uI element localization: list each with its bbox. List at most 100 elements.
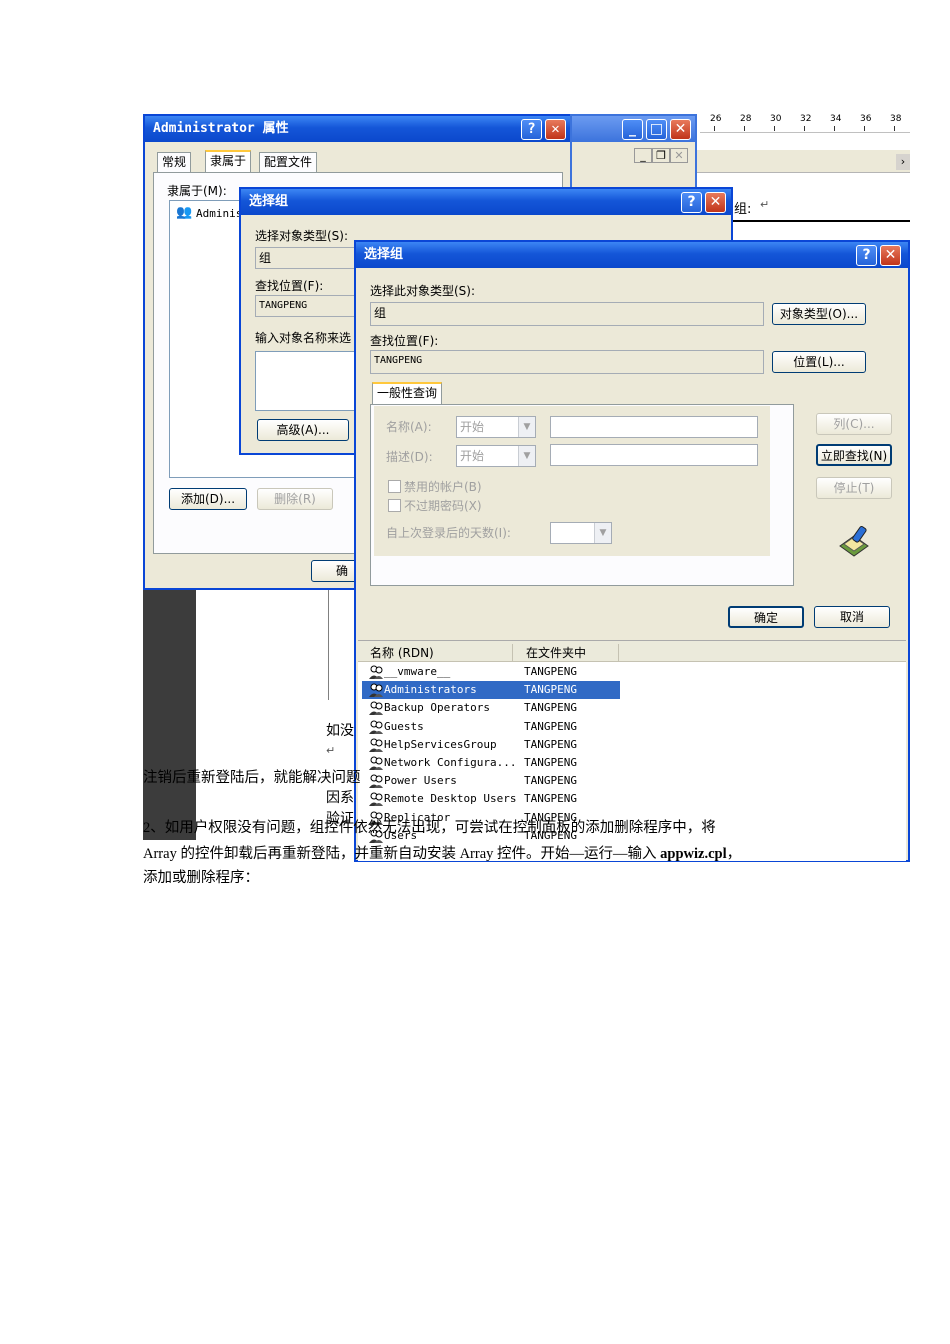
enter-names-label: 输入对象名称来选 <box>255 331 352 345</box>
doc-fragment-2: 因系 <box>326 790 354 806</box>
group-folder: TANGPENG <box>524 719 577 733</box>
horizontal-scroll-right[interactable]: › <box>896 154 910 170</box>
location-label: 查找位置(F): <box>370 334 439 348</box>
cancel-button[interactable]: 取消 <box>814 606 890 628</box>
chevron-down-icon: ▼ <box>594 523 611 543</box>
ruler-tick-label: 34 <box>830 114 842 124</box>
add-button[interactable]: 添加(D)... <box>169 488 247 510</box>
table-row[interactable]: Power Users TANGPENG <box>362 772 902 790</box>
remove-button[interactable]: 删除(R) <box>257 488 333 510</box>
object-type-field: 组 <box>370 302 764 326</box>
ruler-tick-mark <box>744 126 745 131</box>
help-button[interactable]: ? <box>521 119 542 140</box>
doc-close-icon[interactable]: ✕ <box>670 148 688 163</box>
doc-fragment-1: 如没 <box>326 723 354 739</box>
desc-input[interactable] <box>550 444 758 466</box>
group-icon <box>368 719 384 735</box>
tab-common-queries[interactable]: 一般性查询 <box>372 382 443 404</box>
location-label: 查找位置(F): <box>255 279 324 293</box>
table-row[interactable]: Guests TANGPENG <box>362 718 902 736</box>
non-expiring-checkbox[interactable] <box>388 499 401 512</box>
find-now-button[interactable]: 立即查找(N) <box>816 444 892 466</box>
desc-label: 描述(D): <box>386 450 433 464</box>
group-name: Network Configura... <box>384 756 517 769</box>
member-item[interactable]: Adminis <box>196 207 242 220</box>
tab-profile[interactable]: 配置文件 <box>259 152 318 172</box>
group-folder: TANGPENG <box>524 683 577 697</box>
group-folder: TANGPENG <box>524 701 577 715</box>
window-titlebar: 选择组 ? ✕ <box>241 189 731 215</box>
ruler-tick-label: 30 <box>770 114 782 124</box>
doc-restore-icon[interactable]: ❐ <box>652 148 670 163</box>
columns-button[interactable]: 列(C)... <box>816 413 892 435</box>
close-button[interactable]: ✕ <box>670 119 691 140</box>
locations-button[interactable]: 位置(L)... <box>772 351 866 373</box>
table-row[interactable]: Remote Desktop Users TANGPENG <box>362 790 902 808</box>
group-icon: 👥 <box>176 205 193 220</box>
days-since-logon-dropdown[interactable]: ▼ <box>550 522 612 544</box>
ruler-tick-mark <box>804 126 805 131</box>
paragraph-mark: ↵ <box>760 198 770 211</box>
tab-general[interactable]: 常规 <box>157 152 192 172</box>
help-button[interactable]: ? <box>856 245 877 266</box>
location-field: TANGPENG <box>370 350 764 374</box>
ruler-tick-mark <box>864 126 865 131</box>
close-button[interactable]: ✕ <box>880 245 901 266</box>
name-label: 名称(A): <box>386 420 432 434</box>
close-button[interactable]: ✕ <box>545 119 566 140</box>
table-row[interactable]: __vmware__ TANGPENG <box>362 663 902 681</box>
advanced-button[interactable]: 高级(A)... <box>257 419 349 441</box>
ruler-tick-mark <box>834 126 835 131</box>
search-flashlight-icon <box>836 524 872 560</box>
name-mode-dropdown[interactable]: 开始 ▼ <box>456 416 536 438</box>
column-header-folder[interactable]: 在文件夹中 <box>526 644 619 661</box>
ruler-tick-mark <box>714 126 715 131</box>
group-name: __vmware__ <box>384 665 451 678</box>
doc-group-label: 组: <box>734 202 752 217</box>
object-types-button[interactable]: 对象类型(O)... <box>772 303 866 325</box>
maximize-button[interactable]: □ <box>646 119 667 140</box>
group-name: Power Users <box>384 774 457 788</box>
table-row[interactable]: Network Configura... TANGPENG <box>362 754 902 772</box>
group-name: Administrators <box>384 683 477 697</box>
group-icon <box>368 682 384 698</box>
ruler-tick-label: 28 <box>740 114 752 124</box>
group-icon <box>368 700 384 716</box>
minimize-button[interactable]: _ <box>622 119 643 140</box>
results-header: 名称 (RDN) 在文件夹中 <box>358 641 906 662</box>
ruler-tick-label: 38 <box>890 114 902 124</box>
close-button[interactable]: ✕ <box>705 192 726 213</box>
tab-member-of[interactable]: 隶属于 <box>205 150 252 172</box>
ruler-tick-label: 26 <box>710 114 722 124</box>
table-row[interactable]: Administrators TANGPENG <box>362 681 620 700</box>
table-row[interactable]: Backup Operators TANGPENG <box>362 699 902 717</box>
group-icon <box>368 755 384 771</box>
member-of-label: 隶属于(M): <box>167 184 227 198</box>
paragraph-add-remove: 添加或删除程序： <box>143 870 259 886</box>
non-expiring-label: 不过期密码(X) <box>404 499 482 513</box>
paragraph-step2-line2: Array 的控件卸载后再重新登陆，并重新自动安装 Array 控件。开始—运行… <box>143 846 742 862</box>
help-button[interactable]: ? <box>681 192 702 213</box>
doc-minimize-icon[interactable]: _ <box>634 148 652 163</box>
table-row[interactable]: HelpServicesGroup TANGPENG <box>362 736 902 754</box>
group-icon <box>368 791 384 807</box>
ruler-tick-mark <box>894 126 895 131</box>
window-title: 选择组 <box>249 194 289 209</box>
name-input[interactable] <box>550 416 758 438</box>
ok-button[interactable]: 确定 <box>728 606 804 628</box>
select-groups-window: 选择组 ? ✕ 选择此对象类型(S): 组 对象类型(O)... 查找位置(F)… <box>354 240 910 862</box>
group-icon <box>368 773 384 789</box>
window-titlebar: Administrator 属性 ? ✕ <box>145 116 571 142</box>
group-name: Remote Desktop Users <box>384 792 517 806</box>
group-folder: TANGPENG <box>524 792 577 806</box>
disabled-accounts-checkbox[interactable] <box>388 480 401 493</box>
disabled-accounts-label: 禁用的帐户(B) <box>404 480 482 494</box>
ruler-tick-label: 32 <box>800 114 812 124</box>
column-header-name[interactable]: 名称 (RDN) <box>370 644 513 661</box>
stop-button[interactable]: 停止(T) <box>816 477 892 499</box>
paragraph-step2-line1: 2、如用户权限没有问题，组控件依然无法出现，可尝试在控制面板的添加删除程序中，将 <box>143 820 716 836</box>
paragraph-mark: ↵ <box>326 744 336 757</box>
ruler-tick-mark <box>774 126 775 131</box>
desc-mode-dropdown[interactable]: 开始 ▼ <box>456 445 536 467</box>
group-name: Guests <box>384 719 424 733</box>
